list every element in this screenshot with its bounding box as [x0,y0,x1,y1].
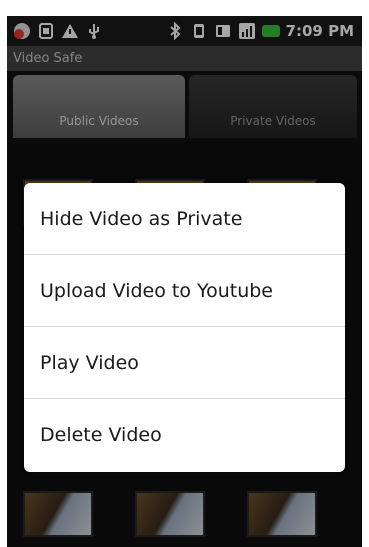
menu-item-delete-video[interactable]: Delete Video [24,399,345,471]
phone-screen: 7:09 PM Video Safe Public Videos Private… [7,16,362,547]
menu-item-hide-private[interactable]: Hide Video as Private [24,183,345,255]
context-menu: Hide Video as Private Upload Video to Yo… [24,183,345,472]
menu-item-upload-youtube[interactable]: Upload Video to Youtube [24,255,345,327]
menu-item-play-video[interactable]: Play Video [24,327,345,399]
